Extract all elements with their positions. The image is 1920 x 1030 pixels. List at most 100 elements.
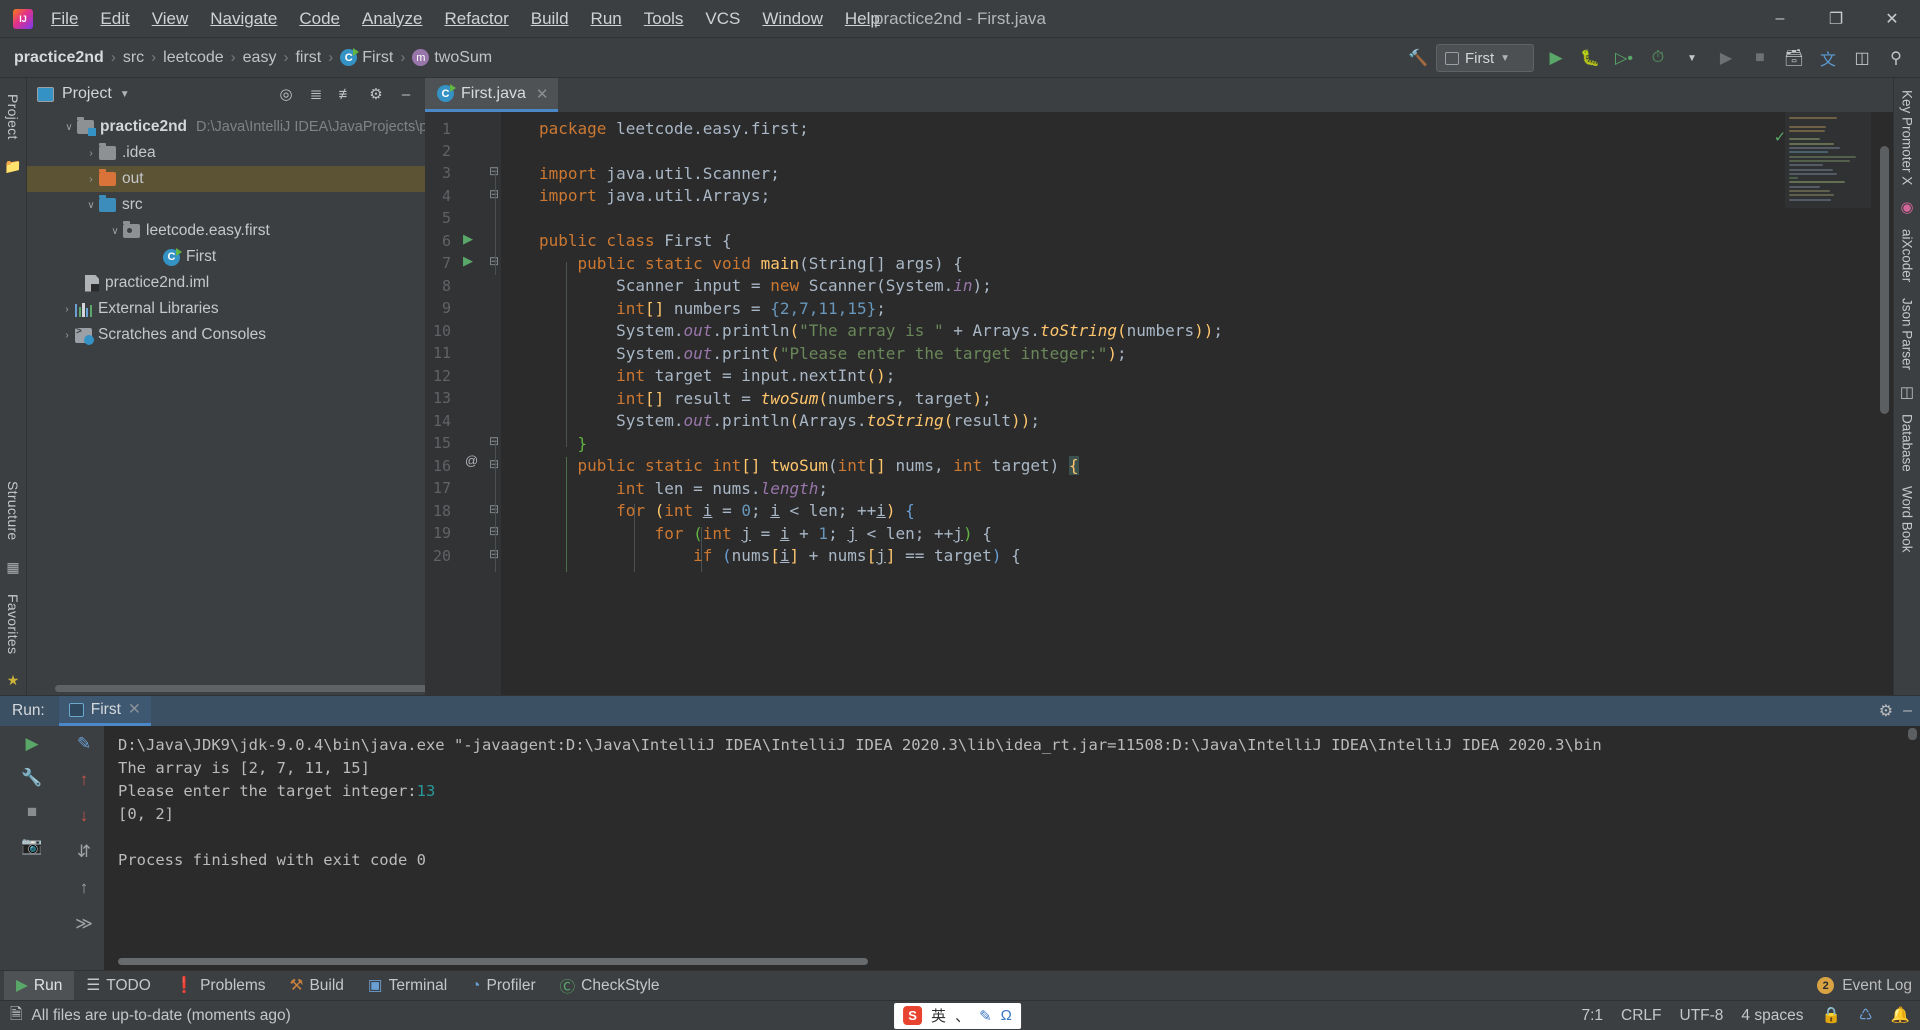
console-vertical-scrollbar[interactable]	[1908, 728, 1917, 740]
rerun-icon[interactable]: ▶	[1710, 43, 1742, 73]
sort-icon[interactable]: ⇵	[77, 842, 91, 862]
menu-refactor[interactable]: Refactor	[433, 5, 519, 33]
menu-tools[interactable]: Tools	[633, 5, 695, 33]
chevron-down-icon[interactable]: ∨	[83, 200, 99, 211]
sync-icon[interactable]: ♺	[1859, 1006, 1873, 1025]
aixcoder-icon[interactable]: ◉	[1900, 194, 1913, 220]
menu-window[interactable]: Window	[751, 5, 833, 33]
caret-position[interactable]: 7:1	[1581, 1007, 1603, 1025]
tree-row-practice2nd[interactable]: ∨ practice2nd D:\Java\IntelliJ IDEA\Java…	[27, 114, 425, 140]
rerun-icon[interactable]: ▶	[25, 734, 38, 754]
chevron-right-icon[interactable]: ›	[59, 330, 75, 341]
tool-window-checkstyle[interactable]: Ⓒ CheckStyle	[548, 971, 672, 1001]
run-button[interactable]: ▶	[1540, 43, 1572, 73]
tree-row-out[interactable]: › out	[27, 166, 425, 192]
stop-icon[interactable]: ■	[27, 802, 37, 822]
rail-project-label[interactable]: Project	[5, 84, 21, 150]
chevron-down-icon[interactable]: ▼	[120, 89, 130, 100]
tree-row-src[interactable]: ∨ src	[27, 192, 425, 218]
tree-row-idea[interactable]: › .idea	[27, 140, 425, 166]
run-with-coverage-icon[interactable]: ▷•	[1608, 43, 1640, 73]
omega-icon[interactable]: Ω	[1001, 1007, 1012, 1024]
notifications-icon[interactable]: 🔔	[1891, 1006, 1910, 1025]
chevron-right-icon[interactable]: ›	[83, 148, 99, 159]
maximize-button[interactable]: ❐	[1808, 0, 1864, 38]
indent-setting[interactable]: 4 spaces	[1741, 1007, 1803, 1025]
screenshot-icon[interactable]: 📷	[21, 836, 42, 856]
stop-button[interactable]: ■	[1744, 43, 1776, 73]
editor-tab-first-java[interactable]: First.java ✕	[425, 78, 559, 112]
chevron-down-icon[interactable]: ▼	[1676, 43, 1708, 73]
rail-aixcoder-label[interactable]: aiXcoder	[1900, 223, 1915, 288]
pen-icon[interactable]: ✎	[979, 1007, 992, 1025]
folder-icon[interactable]: 📁	[4, 158, 21, 175]
close-icon[interactable]: ✕	[128, 700, 141, 719]
run-main-gutter-icon[interactable]: ▶	[463, 253, 473, 269]
prev-occurrence-icon[interactable]: ↑	[80, 770, 89, 790]
chevron-down-icon[interactable]: ∨	[107, 226, 123, 237]
next-occurrence-icon[interactable]: ↓	[80, 806, 89, 826]
scroll-up-icon[interactable]: ↑	[80, 878, 89, 898]
menu-run[interactable]: Run	[580, 5, 633, 33]
close-button[interactable]: ✕	[1864, 0, 1920, 38]
console-output[interactable]: D:\Java\JDK9\jdk-9.0.4\bin\java.exe "-ja…	[104, 726, 1920, 970]
rail-word-book-label[interactable]: Word Book	[1900, 480, 1915, 559]
menu-navigate[interactable]: Navigate	[199, 5, 288, 33]
ime-indicator[interactable]: S 英 、 ✎ Ω	[894, 1002, 1021, 1029]
collapse-all-icon[interactable]: ≢	[333, 82, 359, 106]
menu-analyze[interactable]: Analyze	[351, 5, 433, 33]
tree-row-package[interactable]: ∨ leetcode.easy.first	[27, 218, 425, 244]
breadcrumb-item-first[interactable]: first	[291, 47, 325, 69]
search-icon[interactable]: ⚲	[1880, 43, 1912, 73]
gear-icon[interactable]: ⚙	[363, 82, 389, 106]
console-horizontal-scrollbar[interactable]	[118, 958, 868, 965]
run-class-gutter-icon[interactable]: ▶	[463, 231, 473, 247]
close-icon[interactable]: ✕	[536, 85, 549, 103]
chevron-right-icon[interactable]: ›	[83, 174, 99, 185]
scroll-down-icon[interactable]: ≫	[75, 914, 93, 934]
project-horizontal-scrollbar[interactable]	[55, 685, 425, 692]
tree-row-scratches[interactable]: › Scratches and Consoles	[27, 322, 425, 348]
menu-code[interactable]: Code	[288, 5, 351, 33]
tool-window-problems[interactable]: ❗ Problems	[163, 971, 278, 1001]
menu-vcs[interactable]: VCS	[694, 5, 751, 33]
star-icon[interactable]: ★	[7, 672, 20, 689]
editor-vertical-scrollbar[interactable]	[1880, 146, 1889, 414]
rail-database-label[interactable]: Database	[1900, 408, 1915, 478]
build-icon[interactable]: 🔨	[1402, 43, 1434, 73]
tool-window-terminal[interactable]: ▣ Terminal	[356, 971, 459, 1001]
layout-icon[interactable]: ◫	[1846, 43, 1878, 73]
updates-icon[interactable]: 🗃	[1778, 43, 1810, 73]
rail-structure-label[interactable]: Structure	[5, 471, 21, 551]
event-log-label[interactable]: Event Log	[1842, 977, 1912, 995]
profile-icon[interactable]: ⏱	[1642, 43, 1674, 73]
inspection-status-icon[interactable]: ✓	[1775, 126, 1785, 148]
expand-all-icon[interactable]: ≣	[303, 82, 329, 106]
ime-mode[interactable]: 英	[931, 1005, 946, 1026]
hide-icon[interactable]: –	[393, 82, 419, 106]
editor-gutter[interactable]: 1 2 3 4 5 6 7 8 9 10 11 12 13 14 15 16 1	[425, 112, 501, 695]
structure-icon[interactable]: ▦	[6, 559, 19, 576]
minimize-button[interactable]: –	[1752, 0, 1808, 38]
locate-icon[interactable]: ◎	[273, 82, 299, 106]
tool-window-todo[interactable]: ☰ TODO	[74, 971, 162, 1001]
hide-icon[interactable]: –	[1903, 702, 1912, 720]
breadcrumb-item-leetcode[interactable]: leetcode	[159, 47, 228, 69]
file-encoding[interactable]: UTF-8	[1680, 1007, 1724, 1025]
editor-area[interactable]: 1 2 3 4 5 6 7 8 9 10 11 12 13 14 15 16 1	[425, 112, 1893, 695]
breadcrumb-item-easy[interactable]: easy	[239, 47, 281, 69]
translate-icon[interactable]: 文	[1812, 43, 1844, 73]
run-tab-first[interactable]: First ✕	[58, 696, 151, 726]
tool-window-profiler[interactable]: ◔ Profiler	[459, 971, 547, 1001]
breadcrumb-item-src[interactable]: src	[119, 47, 148, 69]
run-configuration-selector[interactable]: First ▼	[1436, 44, 1534, 72]
code-minimap[interactable]	[1785, 112, 1871, 208]
chevron-right-icon[interactable]: ›	[59, 304, 75, 315]
code-text[interactable]: package leetcode.easy.first; import java…	[501, 112, 1893, 695]
wrench-icon[interactable]: 🔧	[21, 768, 42, 788]
tree-row-iml[interactable]: practice2nd.iml	[27, 270, 425, 296]
menu-file[interactable]: File	[40, 5, 89, 33]
gear-icon[interactable]: ⚙	[1879, 701, 1893, 721]
line-separator[interactable]: CRLF	[1621, 1007, 1661, 1025]
debug-icon[interactable]: 🐛	[1574, 43, 1606, 73]
